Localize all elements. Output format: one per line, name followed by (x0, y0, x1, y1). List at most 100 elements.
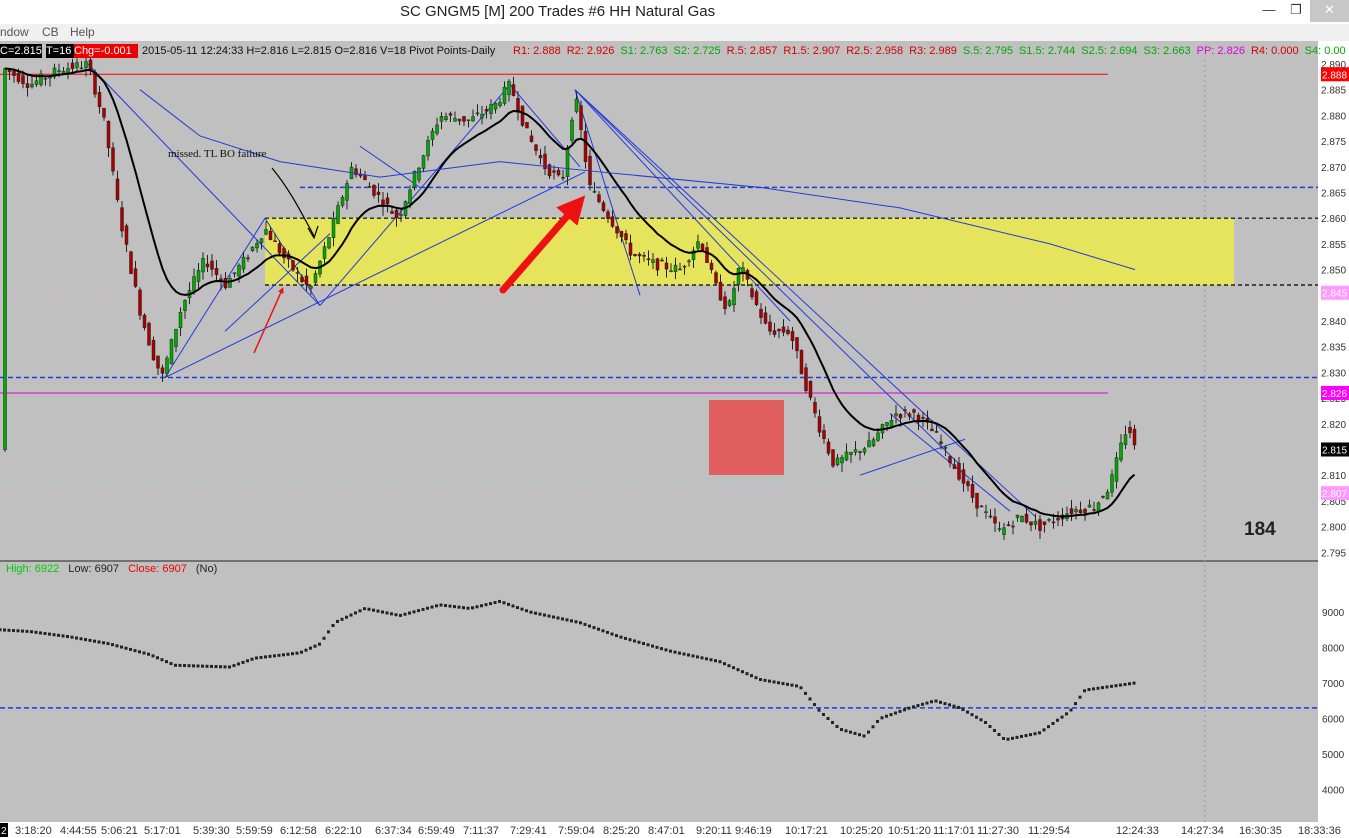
close-button[interactable]: ✕ (1310, 0, 1349, 22)
indicator-bar (111, 643, 114, 647)
lower-close: Close: 6907 (128, 563, 187, 575)
minimize-button[interactable]: — (1256, 0, 1282, 22)
indicator-bar (997, 732, 1001, 736)
indicator-bar (511, 604, 515, 608)
candle-body (453, 118, 457, 122)
indicator-bar (223, 665, 227, 669)
indicator-bar (1051, 721, 1055, 725)
minimize-icon: — (1262, 2, 1276, 17)
indicator-bar (1024, 734, 1028, 738)
indicator-bar (237, 662, 240, 666)
time-axis-label: 12:24:33 (1116, 825, 1159, 837)
window-title: SC GNGM5 [M] 200 Trades #6 HH Natural Ga… (400, 3, 716, 20)
maximize-button[interactable]: ❐ (1283, 0, 1309, 22)
bar-count: 184 (1244, 519, 1276, 540)
indicator-bar (349, 613, 353, 617)
menu-cb[interactable]: CB (42, 25, 59, 39)
candle-body (912, 409, 916, 413)
indicator-bar (525, 609, 528, 613)
indicator-bar (723, 662, 726, 666)
candle-body (1056, 518, 1060, 521)
indicator-bar (822, 713, 825, 717)
indicator-bar (502, 601, 506, 605)
price-axis-label: 2.810 (1321, 471, 1346, 482)
candle (525, 122, 529, 129)
indicator-bar (264, 655, 267, 659)
candle-body (340, 197, 345, 206)
indicator-bar (597, 627, 600, 631)
candle-body (408, 189, 412, 204)
indicator-bar (718, 660, 722, 664)
indicator-bar (336, 619, 339, 623)
chart-canvas[interactable]: 2.8902.8852.8802.8752.8702.8652.8602.855… (0, 41, 1349, 838)
indicator-bar (21, 629, 24, 633)
indicator-bar (952, 704, 956, 708)
indicator-bar (358, 609, 362, 613)
indicator-bar (772, 680, 776, 684)
chart-window: SC GNGM5 [M] 200 Trades #6 HH Natural Ga… (0, 0, 1349, 838)
candle-body (385, 197, 390, 205)
indicator-bar (745, 672, 749, 676)
indicator-bar (156, 656, 159, 660)
indicator-bar (1069, 708, 1073, 712)
candle-body (862, 448, 867, 453)
candle-body (178, 311, 183, 329)
candle-body (570, 119, 574, 141)
indicator-bar (894, 711, 897, 715)
indicator-bar (331, 623, 335, 627)
indicator-bar (1132, 681, 1136, 685)
indicator-bar (687, 653, 690, 657)
menu-window[interactable]: ndow (0, 25, 29, 39)
indicator-bar (777, 681, 780, 685)
indicator-bar (309, 646, 312, 650)
indicator-bar (1029, 733, 1032, 737)
pivot-value: S.5: 2.795 (962, 45, 1013, 57)
candle (714, 270, 718, 285)
indicator-bar (705, 657, 708, 661)
candle-body (552, 170, 556, 173)
candle-body (952, 464, 957, 470)
candle-body (682, 265, 687, 268)
price-axis-label: 2.840 (1321, 317, 1346, 328)
indicator-bar (138, 650, 141, 654)
candle-body (174, 328, 178, 347)
time-axis-label: 11:27:30 (977, 825, 1019, 837)
indicator-bar (381, 610, 384, 614)
indicator-bar (372, 608, 375, 612)
indicator-bar (115, 644, 119, 648)
menu-help[interactable]: Help (70, 25, 95, 39)
candle-body (583, 130, 588, 162)
indicator-bar (552, 615, 555, 619)
candle-body (660, 259, 664, 262)
indicator-bar (1047, 725, 1050, 729)
pivot-value: R2.5: 2.958 (846, 45, 904, 57)
lower-axis-label: 6000 (1322, 715, 1345, 726)
lower-pane-info: High: 6922 Low: 6907 Close: 6907 (No) (6, 563, 223, 575)
candle-body (70, 62, 75, 69)
indicator-bar (255, 656, 258, 660)
candle-body (961, 469, 966, 484)
indicator-bar (43, 632, 47, 636)
candle-body (750, 288, 754, 298)
indicator-bar (1060, 715, 1064, 719)
candle-body (394, 209, 399, 219)
candle (129, 250, 133, 275)
indicator-bar (1119, 683, 1122, 687)
indicator-bar (426, 606, 429, 610)
indicator-bar (304, 648, 308, 652)
time-axis-label: 9:46:19 (735, 825, 772, 837)
candle-body (1123, 434, 1128, 445)
time-edge-label: 2 (1, 826, 7, 837)
indicator-bar (102, 641, 105, 645)
indicator-bar (160, 658, 164, 662)
candle (799, 349, 804, 375)
indicator-bar (1011, 736, 1014, 740)
indicator-bar (367, 607, 371, 611)
candle-body (300, 276, 304, 283)
candle-body (61, 71, 66, 74)
candle-body (1042, 521, 1047, 525)
pivot-value: S2: 2.725 (673, 45, 721, 57)
candle-body (885, 422, 889, 426)
indicator-bar (538, 612, 542, 616)
indicator-bar (871, 725, 875, 729)
